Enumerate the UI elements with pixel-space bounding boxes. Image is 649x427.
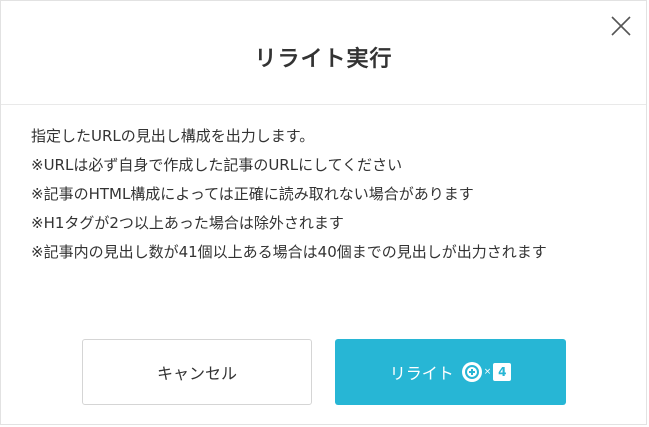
close-icon [611, 16, 631, 36]
rewrite-button[interactable]: リライト × 4 [335, 339, 566, 405]
title-divider [1, 104, 646, 105]
cancel-button-label: キャンセル [156, 364, 237, 383]
dialog-description: 指定したURLの見出し構成を出力します。 ※URLは必ず自身で作成した記事のUR… [31, 122, 623, 267]
credit-count-badge: 4 [493, 363, 512, 381]
rewrite-button-label: リライト [389, 364, 454, 383]
description-line: ※記事のHTML構成によっては正確に読み取れない場合があります [31, 185, 474, 203]
description-line: ※記事内の見出し数が41個以上ある場合は40個までの見出しが出力されます [31, 243, 547, 261]
description-line: 指定したURLの見出し構成を出力します。 [31, 127, 315, 145]
close-button[interactable] [607, 12, 635, 40]
rewrite-dialog: リライト実行 指定したURLの見出し構成を出力します。 ※URLは必ず自身で作成… [0, 0, 647, 425]
cancel-button[interactable]: キャンセル [82, 339, 312, 405]
description-line: ※H1タグが2つ以上あった場合は除外されます [31, 214, 344, 232]
credit-cost: × 4 [461, 362, 512, 382]
credit-coin-icon [461, 362, 482, 382]
credit-multiplier: × [483, 367, 492, 377]
description-line: ※URLは必ず自身で作成した記事のURLにしてください [31, 156, 403, 174]
dialog-title: リライト実行 [254, 47, 393, 72]
